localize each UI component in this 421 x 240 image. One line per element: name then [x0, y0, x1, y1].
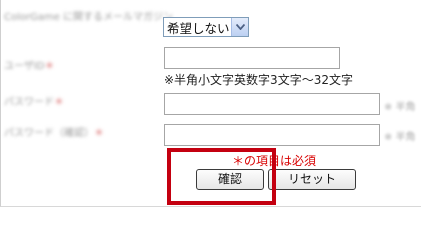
reset-button[interactable]: リセット: [268, 169, 356, 190]
userid-hint: ※半角小文字英数字3文字～32文字: [164, 73, 353, 87]
highlight-box: [167, 148, 276, 205]
password-input[interactable]: [164, 93, 380, 115]
mailmag-select[interactable]: 希望しない: [163, 17, 249, 37]
chevron-down-icon[interactable]: [231, 18, 248, 36]
password-confirm-input[interactable]: [164, 124, 380, 146]
password-label: パスワード＊: [4, 97, 64, 108]
mailmag-select-value: 希望しない: [167, 20, 230, 36]
password-confirm-label: パスワード（確認）＊: [4, 128, 104, 139]
mailmag-label: ColorGame に関するメールマガジン: [4, 12, 174, 23]
userid-label: ユーザID＊: [4, 61, 55, 72]
password-side-hint: ※ 半角: [384, 102, 416, 113]
password-confirm-side-hint: ※ 半角: [384, 132, 416, 143]
userid-input[interactable]: [164, 47, 340, 69]
